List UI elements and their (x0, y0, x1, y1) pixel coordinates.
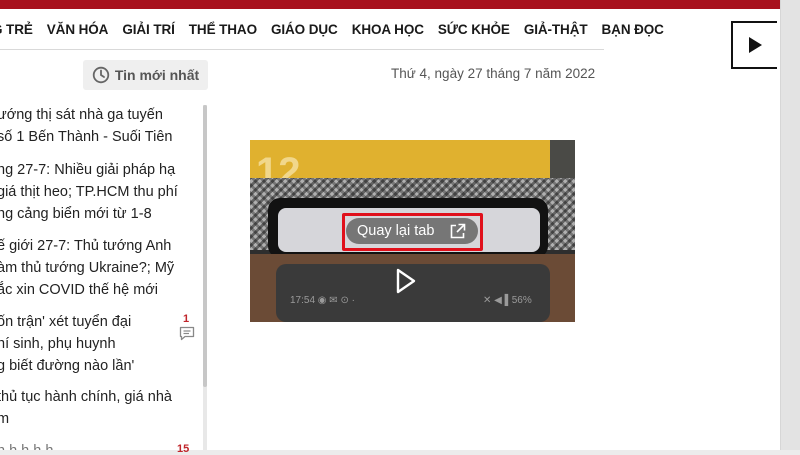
news-title-line: ốn trận' xét tuyển đại (0, 314, 132, 330)
nav-divider (0, 49, 604, 50)
play-icon (749, 37, 762, 53)
video-frame-edge (550, 140, 575, 178)
play-icon[interactable] (389, 266, 419, 296)
comment-count: 1 (183, 313, 190, 325)
news-title-line: ng cảng biển mới từ 1-8 (0, 206, 152, 222)
news-title-line: h h h h h (0, 440, 193, 450)
news-scrollbar-thumb[interactable] (203, 105, 207, 387)
nav-item-van-hoa[interactable]: VĂN HÓA (47, 22, 109, 37)
news-item[interactable]: ướng thị sát nhà ga tuyến số 1 Bến Thành… (0, 104, 193, 148)
news-title-line: ng 27-7: Nhiều giải pháp hạ (0, 162, 176, 178)
latest-news-label: Tin mới nhất (114, 67, 200, 83)
top-brand-bar (0, 0, 780, 9)
nav-item-khoa-hoc[interactable]: KHOA HỌC (352, 22, 424, 37)
news-title-line: hí sinh, phụ huynh (0, 336, 116, 352)
page: G TRẺ VĂN HÓA GIẢI TRÍ THỂ THAO GIÁO DỤC… (0, 0, 780, 455)
news-title-line: àm thủ tướng Ukraine?; Mỹ (0, 260, 175, 276)
news-title-line: thủ tục hành chính, giá nhà (0, 389, 172, 405)
video-frame-status-right: ✕ ◀ ▌56% (483, 295, 532, 306)
news-title-line: ế giới 27-7: Thủ tướng Anh (0, 238, 172, 254)
nav-item-gioi-tre[interactable]: G TRẺ (0, 22, 33, 37)
latest-news-list: ướng thị sát nhà ga tuyến số 1 Bến Thành… (0, 100, 200, 450)
news-title-line: số 1 Bến Thành - Suối Tiên (0, 129, 173, 145)
news-item[interactable]: thủ tục hành chính, giá nhà m (0, 386, 193, 430)
latest-news-button[interactable]: Tin mới nhất (83, 60, 208, 90)
news-title-line: giá thịt heo; TP.HCM thu phí (0, 184, 178, 200)
current-date: Thứ 4, ngày 27 tháng 7 năm 2022 (391, 66, 596, 81)
video-frame-status-left: 17:54 ◉ ✉ ⊙ · (290, 295, 355, 306)
nav-item-giai-tri[interactable]: GIẢI TRÍ (122, 22, 175, 37)
annotation-highlight-box (342, 213, 483, 251)
news-title-line: m (0, 411, 10, 427)
nav-item-suc-khoe[interactable]: SỨC KHỎE (438, 22, 510, 37)
clock-icon (92, 66, 110, 84)
main-nav: G TRẺ VĂN HÓA GIẢI TRÍ THỂ THAO GIÁO DỤC… (0, 9, 664, 49)
nav-item-gia-that[interactable]: GIẢ-THẬT (524, 22, 588, 37)
right-gutter (780, 0, 800, 450)
news-title-line: g biết đường nào lần' (0, 358, 135, 374)
news-item[interactable]: h h h h h (0, 440, 193, 450)
comment-count: 15 (177, 443, 190, 455)
nav-item-giao-duc[interactable]: GIÁO DỤC (271, 22, 338, 37)
news-item[interactable]: ốn trận' xét tuyển đại hí sinh, phụ huyn… (0, 311, 173, 377)
nav-item-the-thao[interactable]: THỂ THAO (189, 22, 257, 37)
comment-icon[interactable] (179, 326, 195, 341)
news-item[interactable]: ng 27-7: Nhiều giải pháp hạ giá thịt heo… (0, 159, 193, 225)
news-item[interactable]: ế giới 27-7: Thủ tướng Anh àm thủ tướng … (0, 235, 193, 301)
media-play-button[interactable] (731, 21, 777, 69)
news-title-line: ướng thị sát nhà ga tuyến (0, 107, 163, 123)
news-title-line: ắc xin COVID thế hệ mới (0, 282, 159, 298)
nav-item-ban-doc[interactable]: BẠN ĐỌC (602, 22, 664, 37)
